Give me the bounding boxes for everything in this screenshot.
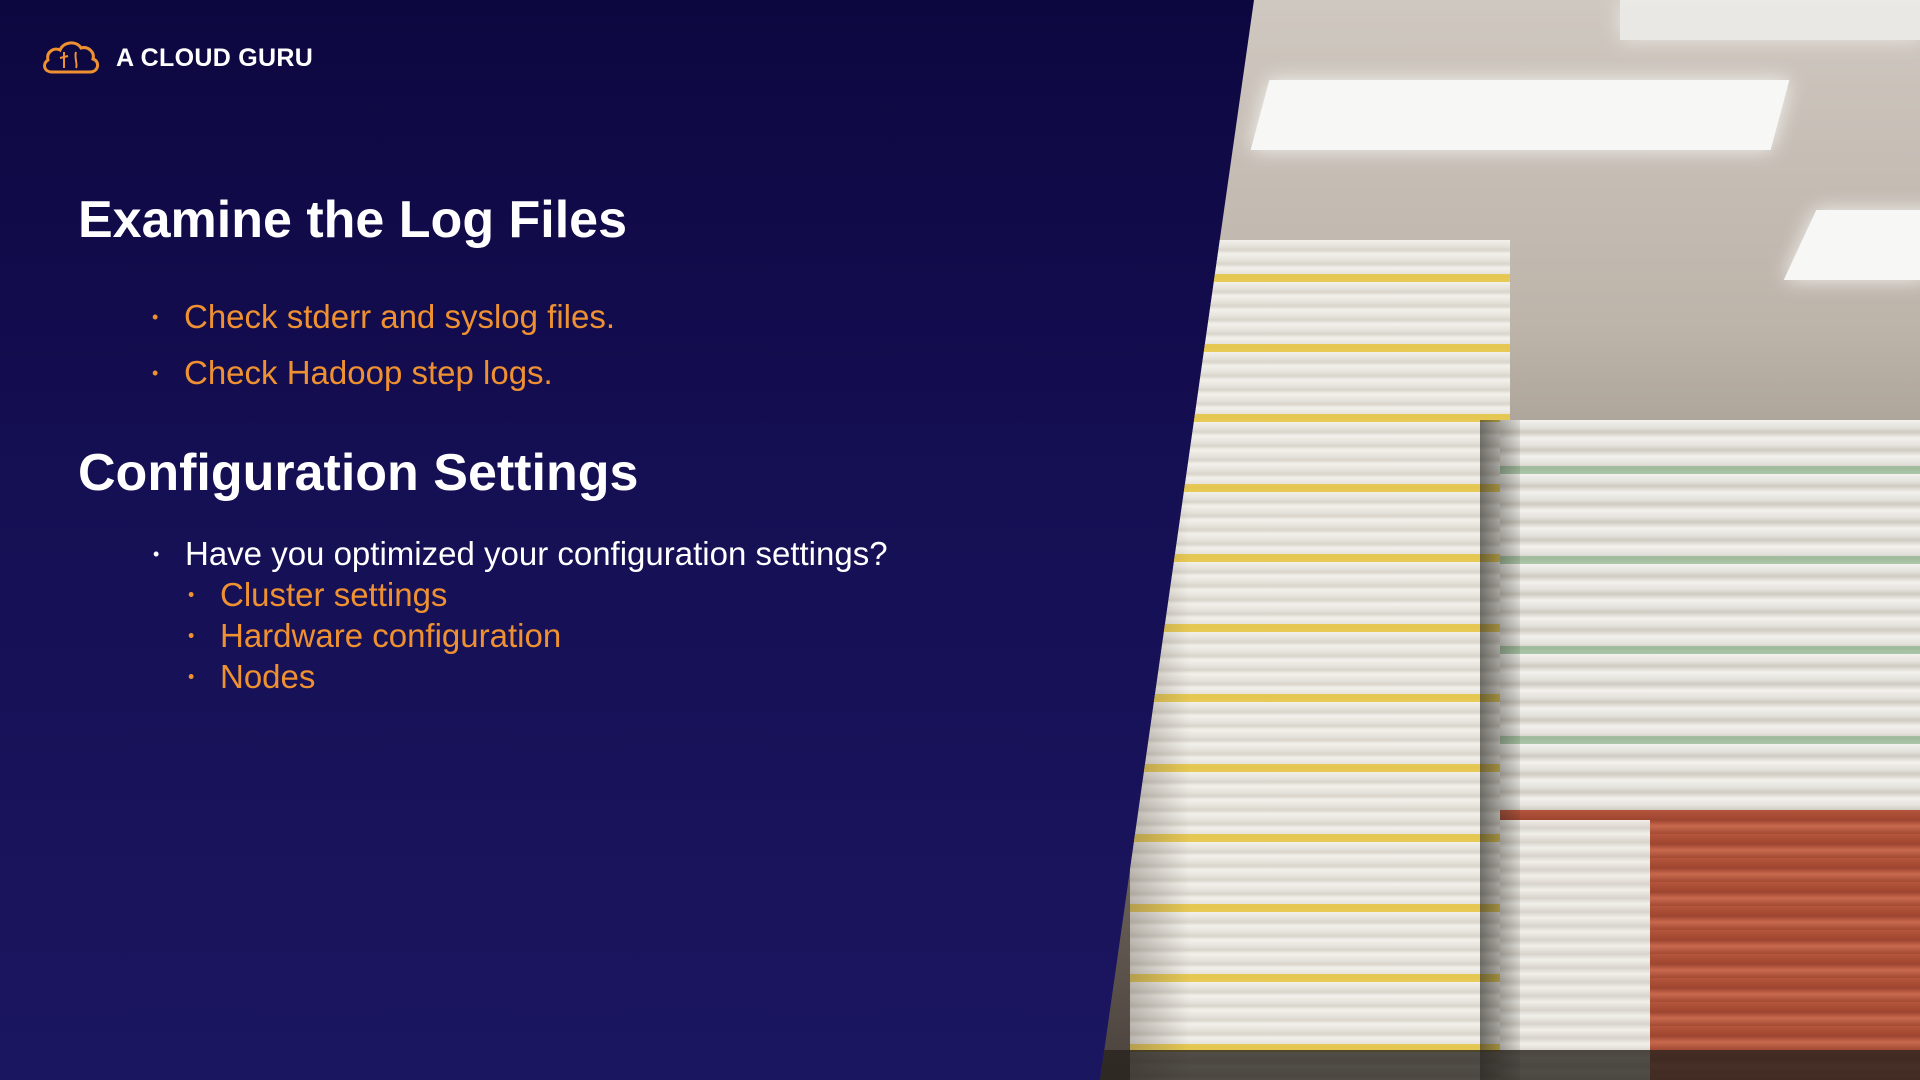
configuration-list: Have you optimized your configuration se… [185, 532, 888, 576]
file-stack-right [1500, 420, 1920, 1080]
section-title-log-files: Examine the Log Files [78, 191, 628, 249]
list-item: Check Hadoop step logs. [184, 345, 615, 401]
cloud-logo-icon [43, 41, 99, 74]
brand-logo: A CLOUD GURU [40, 38, 313, 78]
log-files-list: Check stderr and syslog files. Check Had… [184, 289, 615, 401]
configuration-sublist: Cluster settings Hardware configuration … [220, 574, 561, 697]
section-title-configuration: Configuration Settings [78, 444, 639, 502]
file-stack-left [1130, 240, 1510, 1080]
list-item: Hardware configuration [220, 615, 561, 656]
list-item: Check stderr and syslog files. [184, 289, 615, 345]
list-item: Nodes [220, 656, 561, 697]
list-item: Cluster settings [220, 574, 561, 615]
file-stacks-photo [1100, 0, 1920, 1080]
list-item: Have you optimized your configuration se… [185, 532, 888, 576]
brand-name: A CLOUD GURU [116, 43, 314, 72]
